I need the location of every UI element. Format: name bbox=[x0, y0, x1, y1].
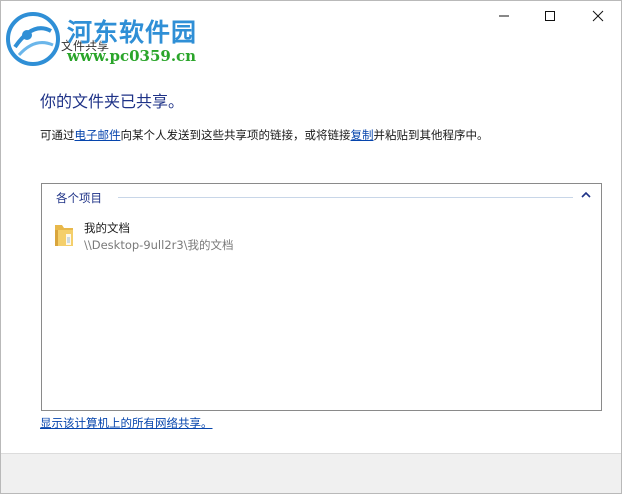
share-description: 可通过电子邮件向某个人发送到这些共享项的链接，或将链接复制并粘贴到其他程序中。 bbox=[40, 127, 489, 143]
show-all-shares-link[interactable]: 显示该计算机上的所有网络共享。 bbox=[40, 415, 213, 431]
desc-text-before: 可通过 bbox=[40, 128, 75, 142]
watermark-site-name: 河东软件园 bbox=[67, 18, 198, 47]
group-divider bbox=[118, 197, 573, 198]
watermark: 河东软件园 www.pc0359.cn bbox=[5, 7, 235, 69]
group-title: 各个项目 bbox=[56, 191, 102, 205]
watermark-logo-icon bbox=[6, 12, 60, 66]
list-item[interactable]: 我的文档 \\Desktop-9ull2r3\我的文档 bbox=[50, 218, 350, 258]
page-heading: 你的文件夹已共享。 bbox=[40, 92, 185, 111]
minimize-button[interactable] bbox=[481, 1, 527, 31]
desc-text-after: 并粘贴到其他程序中。 bbox=[373, 128, 489, 142]
close-button[interactable] bbox=[575, 1, 621, 31]
watermark-url: www.pc0359.cn bbox=[67, 47, 197, 65]
group-header: 各个项目 bbox=[42, 184, 601, 210]
maximize-icon bbox=[545, 11, 555, 21]
close-icon bbox=[592, 10, 604, 22]
item-name: 我的文档 bbox=[84, 221, 130, 235]
maximize-button[interactable] bbox=[527, 1, 573, 31]
email-link[interactable]: 电子邮件 bbox=[75, 128, 121, 142]
desc-text-middle: 向某个人发送到这些共享项的链接，或将链接 bbox=[120, 128, 351, 142]
copy-link[interactable]: 复制 bbox=[351, 128, 374, 142]
shared-items-list: 各个项目 我的文档 \\Desktop-9ull2r3\我的文档 bbox=[41, 183, 602, 411]
item-path: \\Desktop-9ull2r3\我的文档 bbox=[84, 238, 234, 252]
folder-icon bbox=[55, 225, 73, 246]
chevron-up-icon bbox=[581, 191, 591, 198]
file-sharing-window: 河东软件园 www.pc0359.cn 文件共享 你的文件夹已共享。 可通过电子… bbox=[0, 0, 622, 494]
group-collapse-button[interactable] bbox=[579, 188, 593, 202]
minimize-icon bbox=[499, 15, 509, 17]
dialog-footer bbox=[1, 453, 621, 493]
